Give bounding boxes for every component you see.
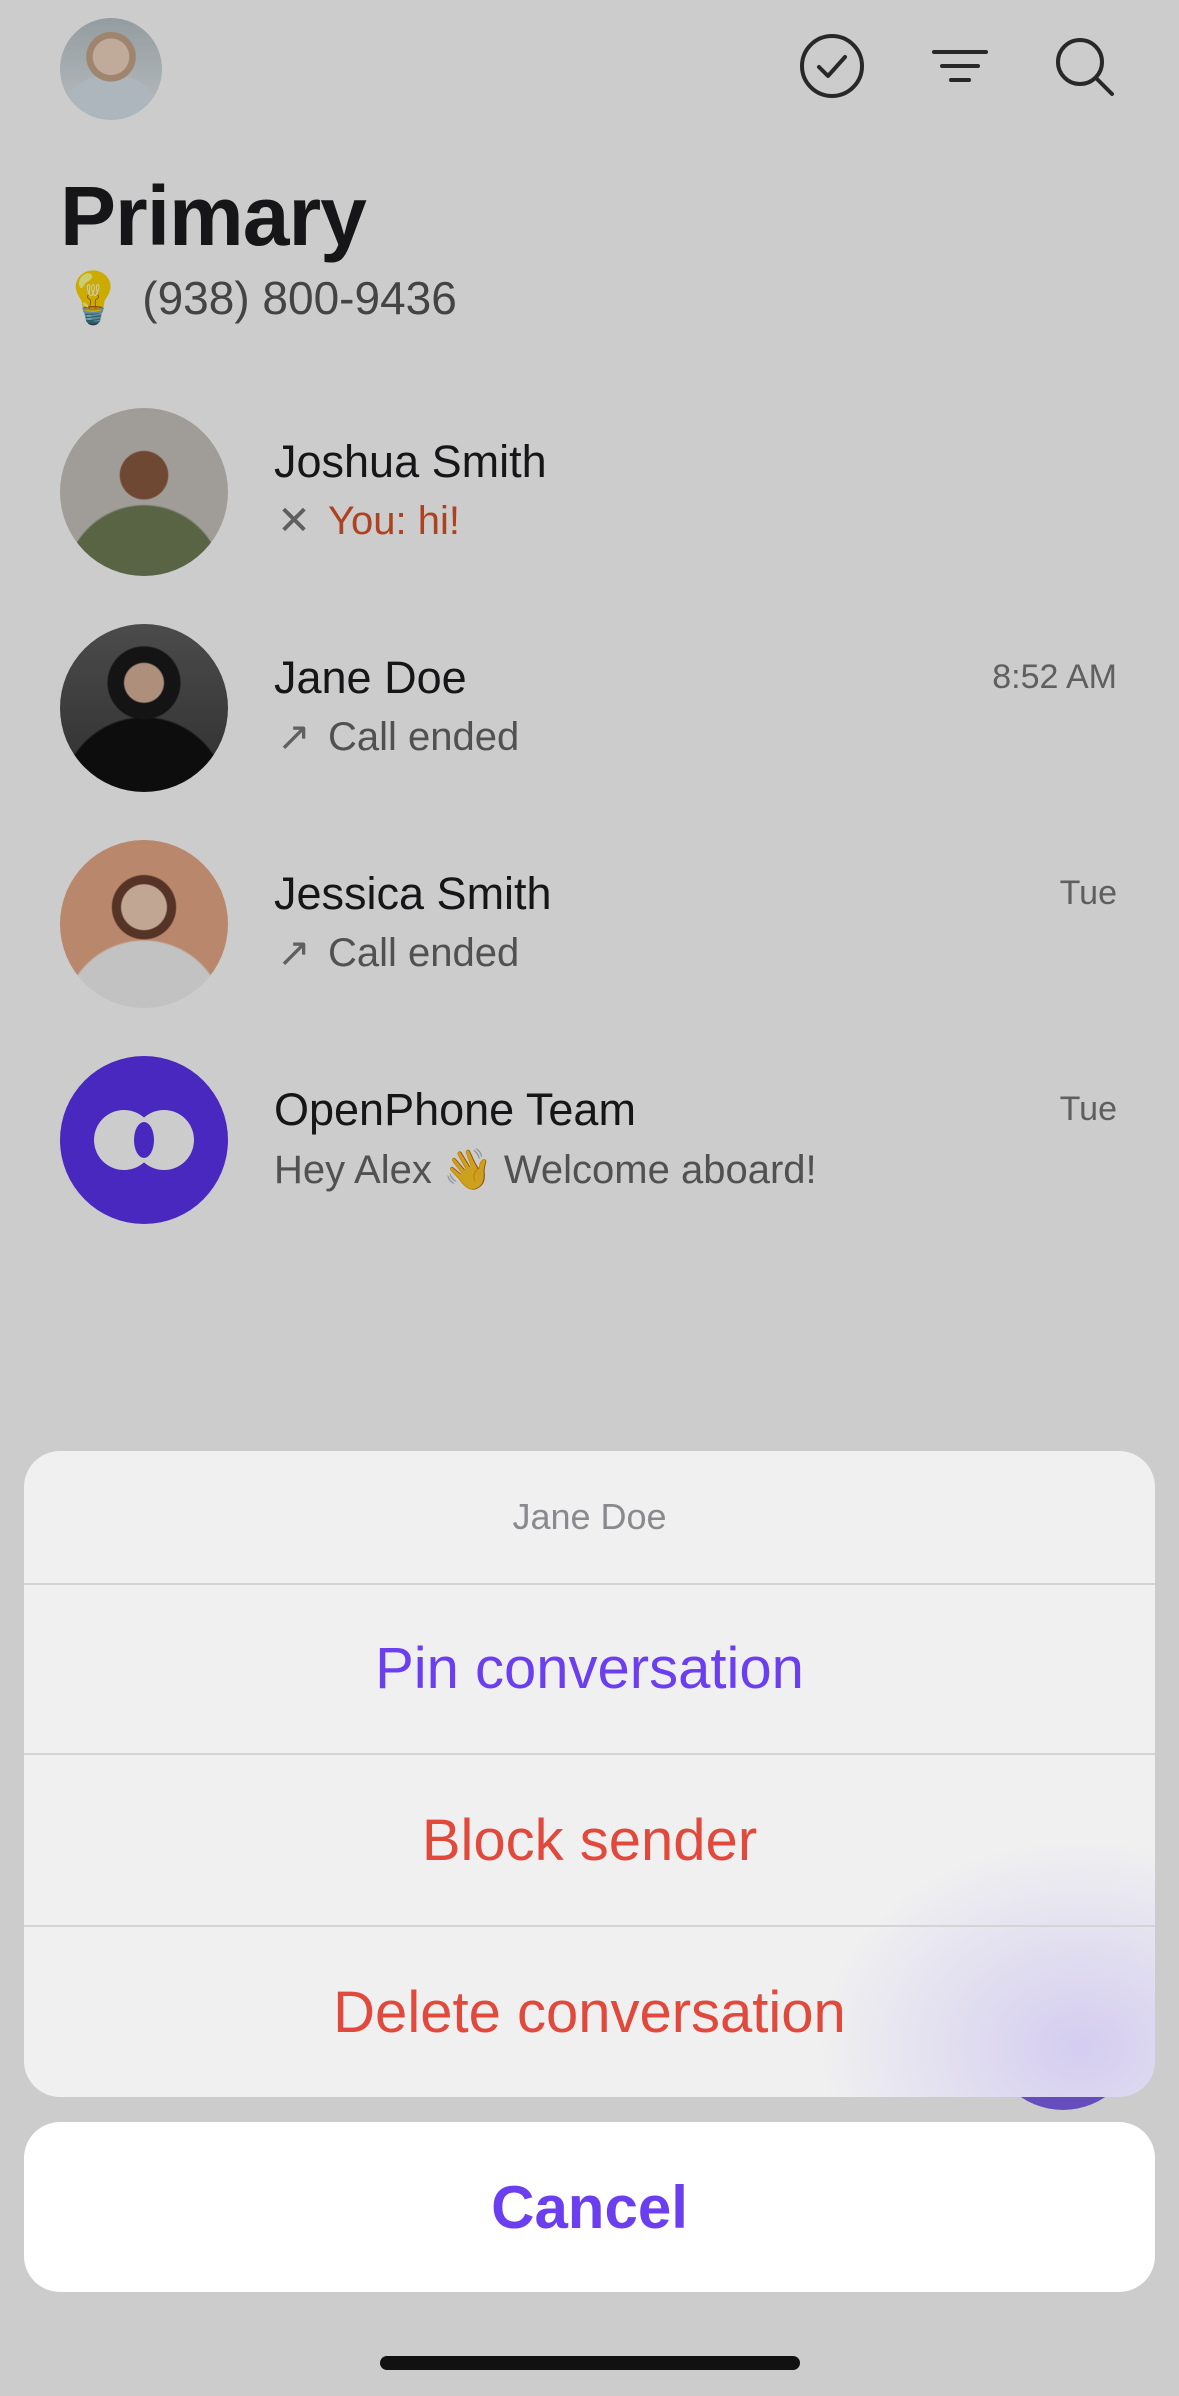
home-indicator[interactable] (380, 2356, 800, 2370)
delete-conversation-button[interactable]: Delete conversation (24, 1927, 1155, 2097)
action-sheet: Jane Doe Pin conversation Block sender D… (24, 1451, 1155, 2097)
action-sheet-title: Jane Doe (24, 1451, 1155, 1585)
cancel-button[interactable]: Cancel (24, 2122, 1155, 2292)
pin-conversation-button[interactable]: Pin conversation (24, 1583, 1155, 1753)
screen: Primary 💡 (938) 800-9436 Joshua Smith ✕ … (0, 0, 1179, 2396)
block-sender-button[interactable]: Block sender (24, 1755, 1155, 1925)
